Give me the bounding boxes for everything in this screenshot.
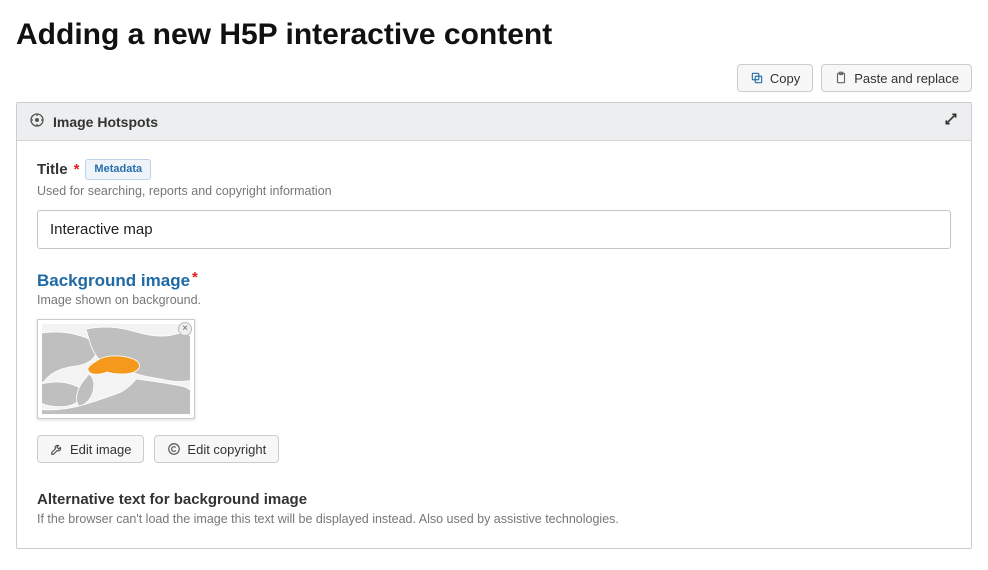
paste-replace-button[interactable]: Paste and replace (821, 64, 972, 92)
edit-copyright-label: Edit copyright (187, 443, 266, 456)
required-indicator: * (192, 269, 198, 286)
copy-button-label: Copy (770, 72, 800, 85)
fullscreen-icon[interactable] (943, 111, 959, 132)
title-label: Title (37, 161, 68, 178)
action-bar: Copy Paste and replace (16, 64, 972, 92)
metadata-badge[interactable]: Metadata (85, 159, 151, 180)
edit-copyright-button[interactable]: Edit copyright (154, 435, 279, 463)
copyright-icon (167, 442, 181, 456)
hotspot-type-icon (29, 112, 45, 131)
panel-body: Title * Metadata Used for searching, rep… (17, 141, 971, 548)
required-indicator: * (74, 161, 80, 178)
wrench-icon (50, 442, 64, 456)
copy-button[interactable]: Copy (737, 64, 813, 92)
edit-image-button[interactable]: Edit image (37, 435, 144, 463)
background-image-label: Background image (37, 271, 190, 291)
paste-replace-button-label: Paste and replace (854, 72, 959, 85)
copy-icon (750, 71, 764, 85)
panel-type-label: Image Hotspots (53, 114, 158, 130)
title-input[interactable] (37, 210, 951, 249)
page-title: Adding a new H5P interactive content (16, 18, 972, 52)
background-thumbnail[interactable]: × (37, 319, 195, 419)
title-description: Used for searching, reports and copyrigh… (37, 184, 951, 198)
alt-text-description: If the browser can't load the image this… (37, 512, 951, 526)
alt-text-label: Alternative text for background image (37, 491, 951, 508)
edit-image-label: Edit image (70, 443, 131, 456)
map-thumbnail-svg (42, 324, 190, 414)
panel-header: Image Hotspots (17, 103, 971, 141)
content-panel: Image Hotspots Title * Metadata Used for… (16, 102, 972, 549)
background-description: Image shown on background. (37, 293, 951, 307)
paste-icon (834, 71, 848, 85)
